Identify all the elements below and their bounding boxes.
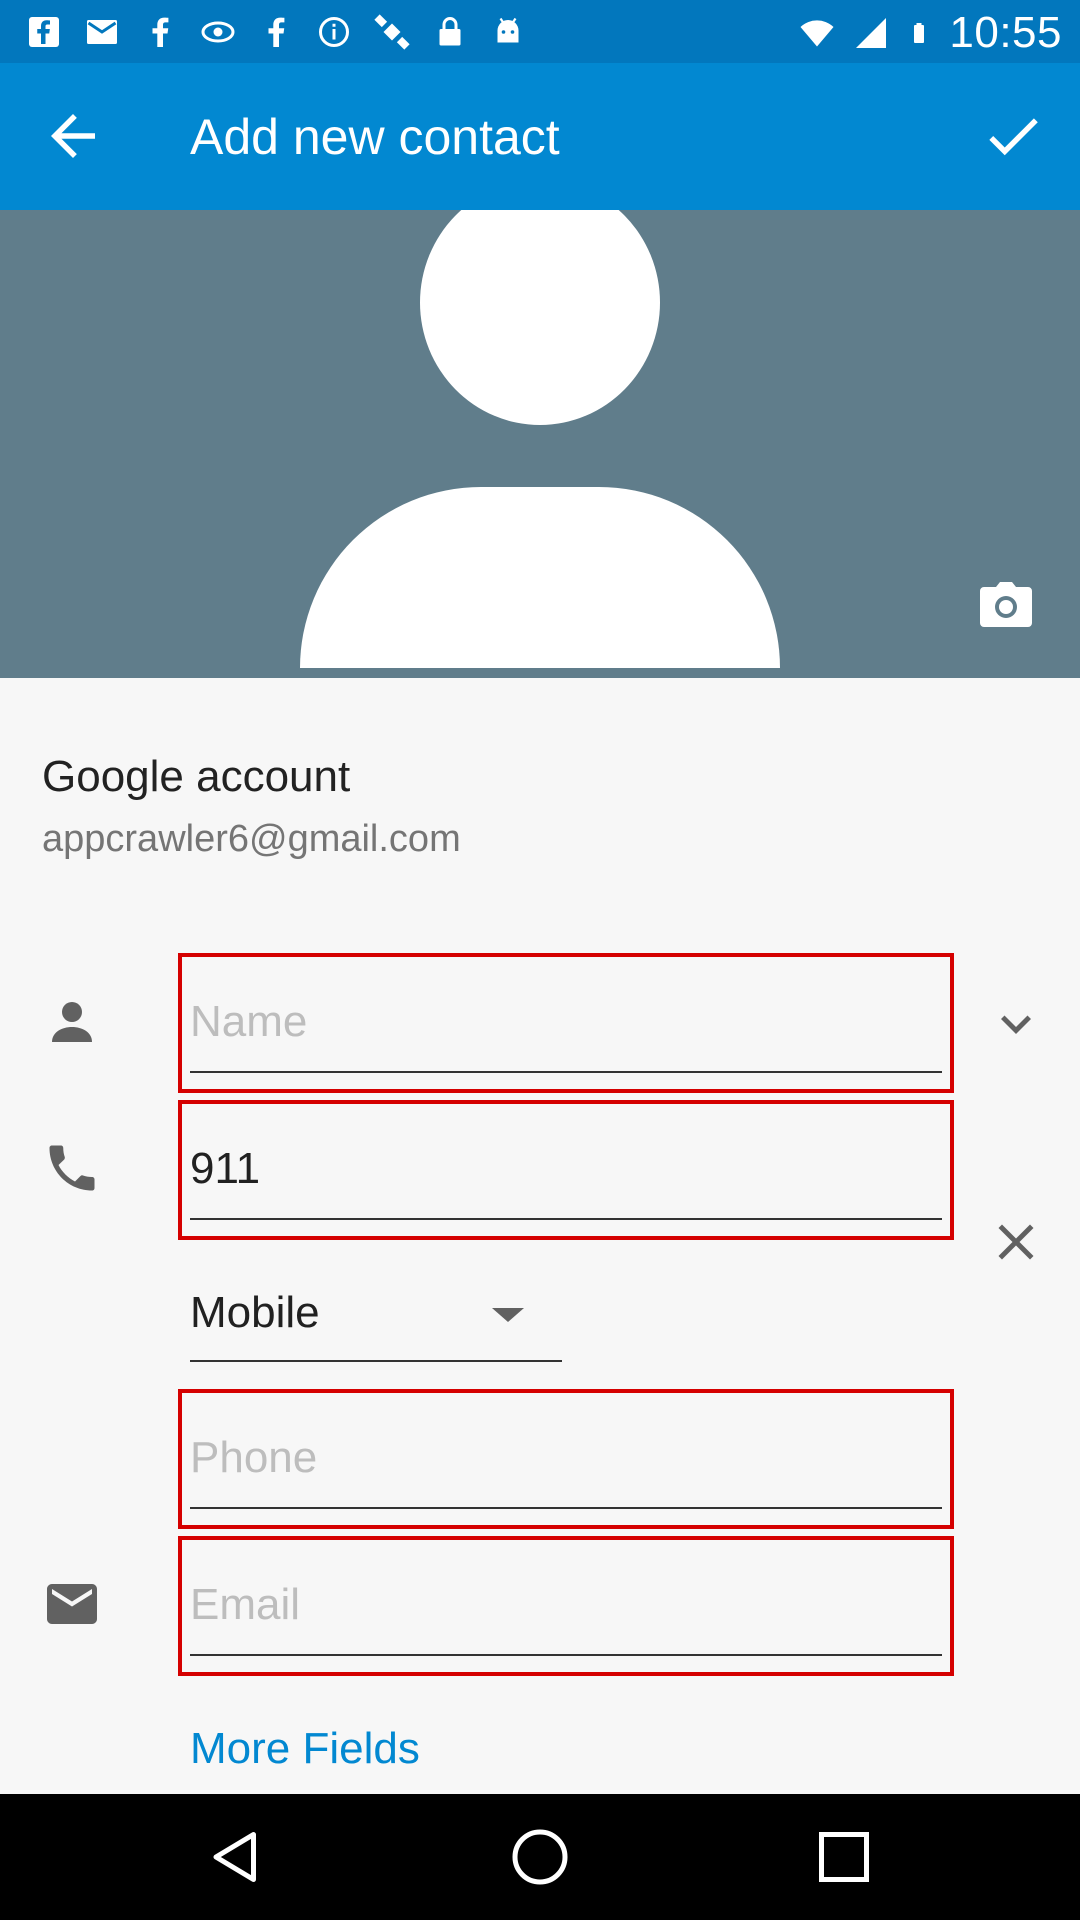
more-fields-button[interactable]: More Fields — [190, 1724, 420, 1774]
app-bar: Add new contact — [0, 63, 1080, 210]
name-underline — [190, 1071, 942, 1073]
phone-underline — [190, 1218, 942, 1220]
page-title: Add new contact — [190, 109, 560, 165]
phone-underline-2 — [190, 1507, 942, 1509]
phone-input[interactable] — [190, 1134, 942, 1204]
lock-icon — [439, 17, 461, 46]
satellite-icon — [374, 14, 410, 50]
phone-icon — [49, 1145, 95, 1191]
camera-icon[interactable] — [978, 580, 1034, 630]
eye-icon — [201, 21, 235, 43]
phone-input-2[interactable] — [190, 1423, 942, 1493]
phone-type-underline — [190, 1360, 562, 1362]
status-bar: 10:55 — [0, 0, 1080, 63]
account-type: Google account — [42, 752, 351, 801]
email-input[interactable] — [190, 1570, 942, 1640]
avatar-body — [300, 487, 780, 668]
wifi-icon — [800, 20, 834, 47]
recents-square-icon[interactable] — [814, 1827, 874, 1887]
check-icon[interactable] — [980, 103, 1046, 169]
facebook-icon — [29, 17, 59, 47]
phone-field[interactable] — [178, 1100, 954, 1240]
android-icon — [497, 17, 519, 43]
email-icon — [47, 1584, 97, 1624]
phone-type-dropdown[interactable]: Mobile — [190, 1282, 562, 1362]
facebook-icon — [152, 17, 169, 47]
notification-icons — [26, 10, 526, 54]
person-icon — [52, 1002, 92, 1042]
clock: 10:55 — [949, 8, 1062, 57]
home-circle-icon[interactable] — [510, 1827, 570, 1887]
facebook-icon — [268, 17, 285, 47]
dropdown-arrow-icon — [492, 1308, 524, 1322]
phone-type-label: Mobile — [190, 1288, 320, 1337]
battery-icon — [914, 23, 925, 43]
account-section[interactable]: Google account appcrawler6@gmail.com — [42, 750, 461, 864]
name-input[interactable] — [190, 987, 942, 1057]
name-field[interactable] — [178, 953, 954, 1093]
arrow-back-icon[interactable] — [40, 103, 106, 169]
close-icon[interactable] — [986, 1212, 1046, 1272]
phone-field-2[interactable] — [178, 1389, 954, 1529]
back-triangle-icon[interactable] — [206, 1827, 266, 1887]
chevron-down-icon[interactable] — [986, 994, 1046, 1054]
contact-photo-area[interactable] — [0, 210, 1080, 678]
email-underline — [190, 1654, 942, 1656]
mail-icon — [87, 20, 117, 44]
account-email: appcrawler6@gmail.com — [42, 818, 461, 860]
signal-icon — [856, 18, 887, 48]
info-icon — [319, 17, 349, 47]
avatar-head — [420, 210, 660, 425]
email-field[interactable] — [178, 1536, 954, 1676]
navigation-bar — [0, 1794, 1080, 1920]
